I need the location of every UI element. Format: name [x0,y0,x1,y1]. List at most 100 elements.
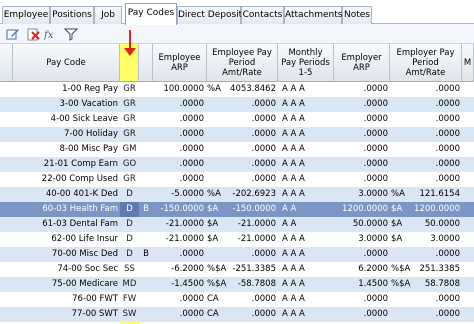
pay-code-cell: 1-00 Reg Pay [62,84,118,94]
code-type-cell: GR [123,99,136,109]
table-row[interactable]: 75-00 Medicare MD -1.4500 %$A -58.7808 A A A1… [0,277,474,292]
code-type-cell: MD [122,279,137,289]
employer-amount-cell: .0000 [435,309,460,319]
tab-direct-deposit[interactable]: Direct Deposit [177,6,242,24]
pay-periods-cell: A A A [282,249,305,259]
employee-amount-cell: .0000 [251,309,276,319]
table-row[interactable]: 4-00 Sick Leave GR .0000 .0000 A A A .0000 .00… [0,112,474,127]
code-type-cell: D [120,202,139,217]
flag-cell [140,127,152,142]
annotation-arrow-head [124,48,136,56]
flag-cell [140,82,152,97]
pay-periods-cell: A A A [282,159,305,169]
tab-pay-codes[interactable]: Pay Codes [125,3,177,25]
employee-amount-cell: .0000 [251,114,276,124]
employee-amount-cell: -58.7808 [237,279,276,289]
employer-amount-cell: 58.7808 [424,279,460,289]
table-row[interactable]: 1-00 Reg Pay GR 100.0000 %A 4053.8462 A A A .0… [0,82,474,97]
svg-text:fx: fx [44,30,54,41]
table-row[interactable]: 62-00 Life Insur D -21.0000 $A -21.0000 A A A… [0,232,474,247]
pay-code-cell: 74-00 Soc Sec [57,264,118,274]
col-pay-code[interactable]: Pay Code [13,44,120,82]
flag-cell [140,187,152,202]
employer-amount-cell: 3.0000 [430,234,460,244]
edit-icon[interactable] [6,27,20,41]
flag-cell: B [143,204,149,214]
pay-code-cell: 70-00 Misc Ded [51,249,118,259]
employee-arp-cell: .0000 [179,174,204,184]
pay-periods-cell: A A A [282,189,305,199]
table-row[interactable]: 76-00 FWT FW .0000 CA .0000 A A A .0000.0000 [0,292,474,307]
pay-periods-cell: A A [282,219,297,229]
pay-periods-cell: A A A [282,84,305,94]
employer-arp-cell: .0000 [363,159,388,169]
pay-code-cell: 21-01 Comp Earn [43,159,118,169]
table-row[interactable]: 22-00 Comp Used GR .0000 .0000 A A A .0000 .00… [0,172,474,187]
tab-contacts[interactable]: Contacts [241,6,284,24]
tab-job[interactable]: Job [94,6,122,24]
pay-code-cell: 7-00 Holiday [64,129,118,139]
pay-code-cell: 62-00 Life Insur [51,234,118,244]
flag-cell [140,142,152,157]
employer-arp-cell: 6.2000 [358,264,388,274]
tab-notes[interactable]: Notes [342,6,372,24]
pay-periods-cell: A A [282,204,297,214]
table-row[interactable]: 77-00 SWT SW .0000 CA .0000 A A A .0000.0000 [0,307,474,322]
employee-amount-cell: .0000 [251,99,276,109]
table-row[interactable]: 61-03 Dental Fam D -21.0000 $A -21.0000 A A 50… [0,217,474,232]
employee-arp-cell: -6.2000 [171,264,204,274]
employee-amount-cell: -21.0000 [237,234,276,244]
col-employer-pay-period[interactable]: Employer Pay Period Amt/Rate [390,44,462,82]
employer-arp-cell: .0000 [363,249,388,259]
pay-periods-cell: A A A [282,309,305,319]
table-row[interactable]: 21-01 Comp Earn GO .0000 .0000 A A A .0000 .00… [0,157,474,172]
employee-arp-cell: .0000 [179,159,204,169]
flag-cell [140,232,152,247]
employee-amount-cell: .0000 [251,159,276,169]
toolbar: fx [0,24,474,44]
employee-arp-cell: .0000 [179,99,204,109]
employee-amount-cell: .0000 [251,249,276,259]
pay-code-cell: 40-00 401-K Ded [45,189,118,199]
col-flag[interactable] [139,44,153,82]
employer-amount-cell: .0000 [435,114,460,124]
pay-code-cell: 3-00 Vacation [59,99,118,109]
code-type-cell: GM [122,144,137,154]
code-type-cell: GR [123,174,136,184]
employer-amount-cell: .0000 [435,159,460,169]
employee-arp-cell: .0000 [179,129,204,139]
col-employer-arp[interactable]: Employer ARP [334,44,390,82]
tab-attachments[interactable]: Attachments [284,6,342,24]
employer-arp-cell: .0000 [363,309,388,319]
col-m[interactable]: M [462,44,474,82]
col-employee-arp[interactable]: Employee ARP [153,44,207,82]
employee-amount-cell: 4053.8462 [230,84,276,94]
table-row[interactable]: 7-00 Holiday GR .0000 .0000 A A A .0000 .0000 [0,127,474,142]
employer-arp-cell: .0000 [363,129,388,139]
code-type-cell: GR [123,129,136,139]
table-row[interactable]: 8-00 Misc Pay GM .0000 .0000 A A A .0000 .0000 [0,142,474,157]
employer-amount-cell: 251.3385 [419,264,460,274]
flag-cell: B [143,249,149,259]
delete-icon[interactable] [26,27,40,41]
pay-periods-cell: A A A [282,114,305,124]
flag-cell [140,217,152,232]
flag-cell [140,157,152,172]
fx-icon[interactable]: fx [44,27,58,41]
col-monthly-pay-periods[interactable]: Monthly Pay Periods 1-5 [278,44,334,82]
pay-code-cell: 4-00 Sick Leave [50,114,118,124]
col-employee-pay-period[interactable]: Employee Pay Period Amt/Rate [207,44,278,82]
employee-amount-cell: -150.0000 [232,204,276,214]
filter-icon[interactable] [64,27,78,41]
pay-codes-grid: Pay Code Employee ARP Employee Pay Perio… [0,44,474,324]
tab-employee[interactable]: Employee [2,6,50,24]
table-row[interactable]: 60-03 Health Fam D B -150.0000 $A -150.0000 A … [0,202,474,217]
code-type-cell: FW [122,294,137,304]
employee-arp-cell: .0000 [179,114,204,124]
tab-positions[interactable]: Positions [50,6,94,24]
table-row[interactable]: 74-00 Soc Sec SS -6.2000 %$A -251.3385 A A A6… [0,262,474,277]
employer-arp-cell: .0000 [363,174,388,184]
table-row[interactable]: 40-00 401-K Ded D -5.0000 %A -202.6923 A A A3… [0,187,474,202]
table-row[interactable]: 3-00 Vacation GR .0000 .0000 A A A .0000 .0000 [0,97,474,112]
table-row[interactable]: 70-00 Misc Ded D B .0000 .0000 A A A .0000 .000… [0,247,474,262]
